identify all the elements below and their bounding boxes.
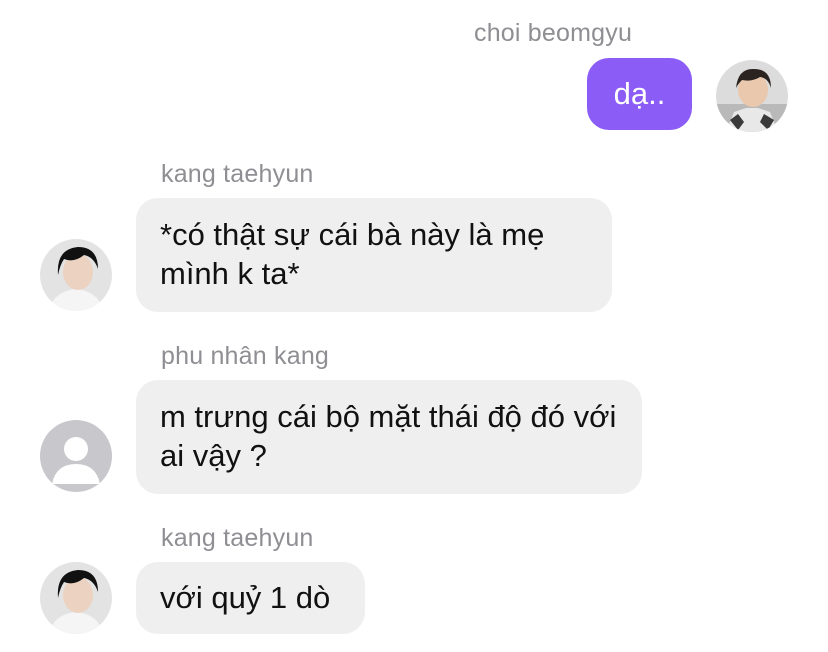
message-bubble-incoming[interactable]: *có thật sự cái bà này là mẹ mình k ta* (136, 198, 612, 312)
message-text: *có thật sự cái bà này là mẹ mình k ta* (160, 217, 545, 291)
user-photo-avatar-icon[interactable] (40, 562, 112, 634)
default-user-avatar-icon[interactable] (40, 420, 112, 492)
message-text: m trưng cái bộ mặt thái độ đó với ai vậy… (160, 399, 617, 473)
message-bubble-outgoing[interactable]: dạ.. (587, 58, 692, 130)
sender-name: phu nhân kang (161, 342, 330, 370)
user-photo-avatar-icon[interactable] (716, 60, 788, 132)
message-text: với quỷ 1 dò (160, 580, 331, 615)
message-text: dạ.. (613, 76, 666, 111)
user-photo-avatar-icon[interactable] (40, 239, 112, 311)
sender-name: choi beomgyu (474, 19, 633, 47)
sender-name: kang taehyun (161, 524, 314, 552)
message-bubble-incoming[interactable]: với quỷ 1 dò (136, 562, 365, 634)
message-bubble-incoming[interactable]: m trưng cái bộ mặt thái độ đó với ai vậy… (136, 380, 642, 494)
sender-name: kang taehyun (161, 160, 314, 188)
